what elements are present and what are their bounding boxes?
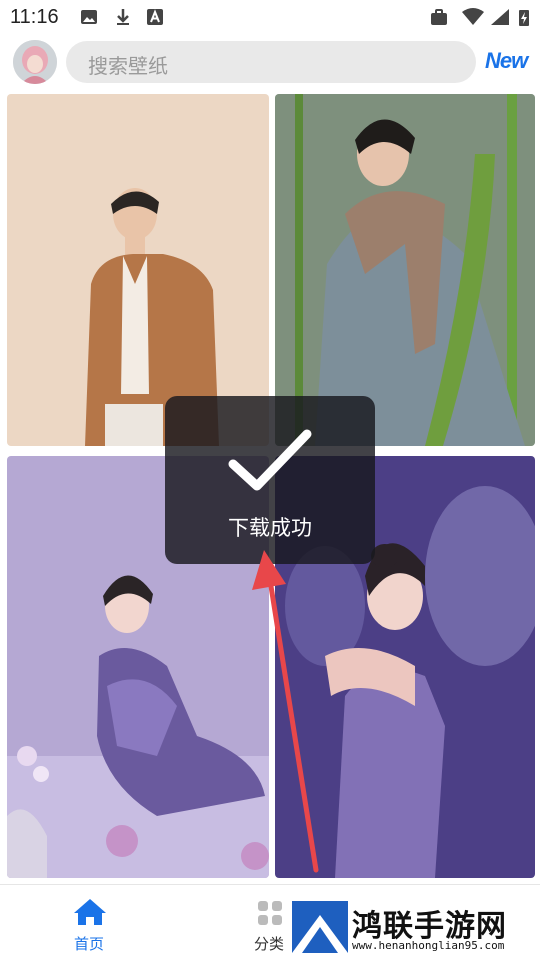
avatar[interactable] bbox=[13, 40, 57, 84]
status-time: 11:16 bbox=[10, 6, 59, 28]
home-icon bbox=[74, 899, 106, 925]
wallpaper-card[interactable] bbox=[7, 94, 269, 446]
nav-home[interactable]: 首页 bbox=[60, 891, 120, 955]
signal-icon bbox=[491, 9, 509, 25]
search-placeholder: 搜索壁纸 bbox=[88, 54, 168, 78]
toast: 下载成功 bbox=[165, 396, 375, 564]
battery-icon bbox=[519, 10, 529, 26]
nav-home-label: 首页 bbox=[74, 935, 105, 953]
status-bar: 11:16 bbox=[0, 0, 540, 36]
wallpaper-image bbox=[7, 94, 269, 446]
font-a-icon bbox=[147, 9, 163, 25]
download-icon bbox=[117, 9, 129, 25]
toast-message: 下载成功 bbox=[228, 516, 312, 540]
watermark-logo bbox=[292, 901, 348, 953]
checkmark-icon bbox=[228, 429, 312, 491]
new-badge[interactable]: New bbox=[485, 48, 528, 74]
image-icon bbox=[81, 10, 97, 24]
search-bar[interactable]: 搜索壁纸 bbox=[66, 41, 476, 83]
briefcase-icon bbox=[431, 9, 447, 25]
category-icon bbox=[258, 901, 282, 925]
watermark-url: www.henanhonglian95.com bbox=[352, 939, 505, 952]
site-watermark: 鸿联手游网 www.henanhonglian95.com bbox=[290, 897, 530, 955]
nav-category-label: 分类 bbox=[254, 935, 285, 953]
avatar-image bbox=[13, 40, 57, 84]
wallpaper-image bbox=[275, 94, 535, 446]
header: 搜索壁纸 New bbox=[0, 36, 540, 92]
annotation-arrow bbox=[252, 550, 319, 873]
wifi-icon bbox=[462, 8, 484, 25]
wallpaper-card[interactable] bbox=[275, 94, 535, 446]
